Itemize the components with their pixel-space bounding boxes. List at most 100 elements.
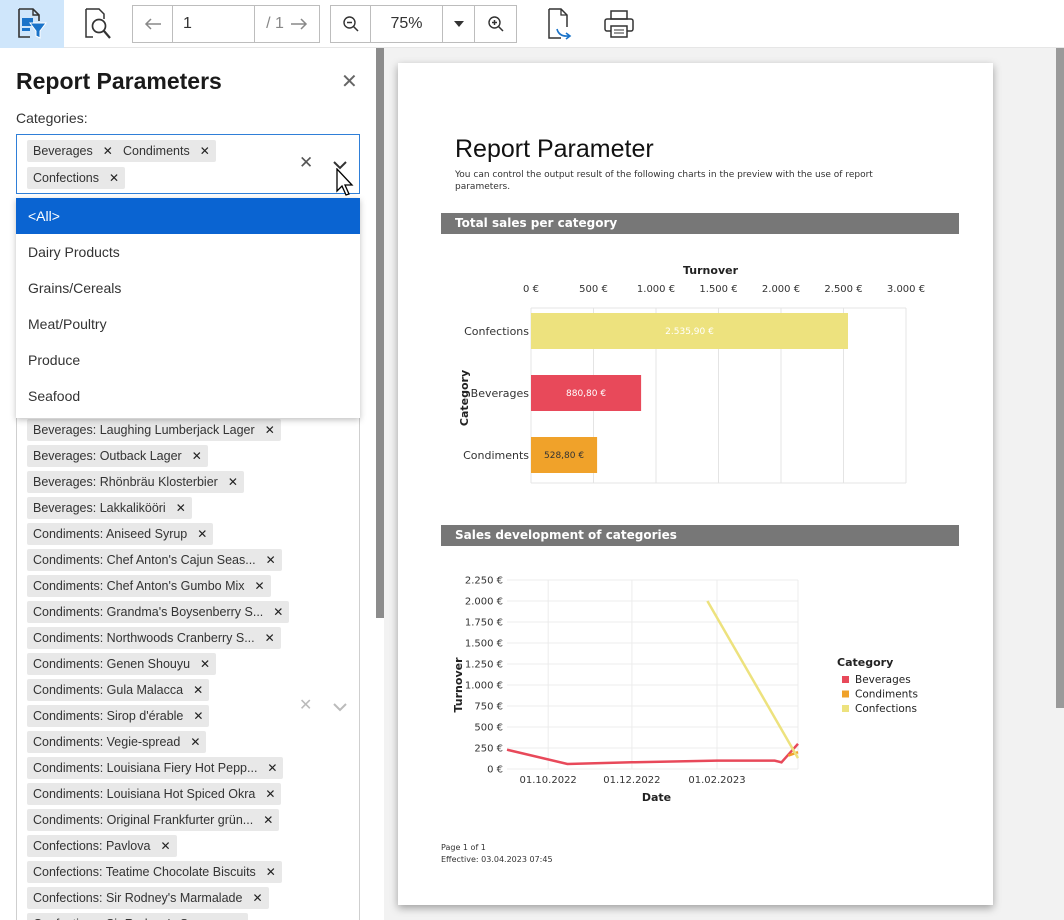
zoom-level[interactable]: 75% bbox=[371, 6, 443, 42]
remove-chip-icon[interactable]: ✕ bbox=[265, 631, 275, 645]
products-multiselect[interactable]: Beverages: Laughing Lumberjack Lager ✕ Bev… bbox=[16, 416, 360, 920]
product-chip-row: Condiments: Grandma's Boysenberry S... ✕ bbox=[27, 601, 290, 627]
print-button[interactable] bbox=[594, 0, 644, 48]
remove-chip-icon[interactable]: ✕ bbox=[190, 735, 200, 749]
product-chip-row: Confections: Pavlova ✕ bbox=[27, 835, 289, 861]
product-chip-label: Condiments: Northwoods Cranberry S... bbox=[33, 631, 255, 645]
clear-selection-button[interactable]: ✕ bbox=[299, 153, 313, 173]
remove-chip-icon[interactable]: ✕ bbox=[176, 501, 186, 515]
x-tick-label: 2.000 € bbox=[762, 284, 800, 295]
search-icon bbox=[85, 8, 111, 39]
zoom-in-icon bbox=[487, 16, 504, 32]
remove-chip-icon[interactable]: ✕ bbox=[266, 865, 276, 879]
line-chart: 0 € 250 € 500 € 750 € 1.000 € 1.250 € 1.500 € 1… bbox=[452, 576, 918, 805]
product-chip-row: Condiments: Original Frankfurter grün...… bbox=[27, 809, 289, 835]
products-dropdown-toggle[interactable] bbox=[333, 699, 347, 717]
chip-label: Beverages bbox=[33, 144, 93, 158]
remove-chip-icon[interactable]: ✕ bbox=[273, 605, 283, 619]
legend-swatch bbox=[842, 705, 849, 712]
remove-chip-icon[interactable]: ✕ bbox=[200, 144, 210, 158]
remove-chip-icon[interactable]: ✕ bbox=[267, 761, 277, 775]
remove-chip-icon[interactable]: ✕ bbox=[197, 527, 207, 541]
arrow-left-icon bbox=[144, 18, 161, 30]
dropdown-option[interactable]: Grains/Cereals bbox=[16, 270, 360, 306]
clear-products-button[interactable]: ✕ bbox=[299, 695, 312, 715]
report-page: Report Parameter You can control the out… bbox=[398, 63, 993, 905]
dropdown-option-all[interactable]: <All> bbox=[16, 198, 360, 234]
y-tick-label: 250 € bbox=[474, 744, 503, 755]
y-tick-label: 0 € bbox=[487, 765, 503, 776]
product-chip-row: Condiments: Northwoods Cranberry S... ✕ bbox=[27, 627, 289, 653]
y-tick-label: Beverages bbox=[471, 387, 530, 400]
panel-splitter[interactable] bbox=[376, 48, 384, 618]
legend-label: Confections bbox=[855, 703, 917, 715]
product-chip: Condiments: Chef Anton's Gumbo Mix ✕ bbox=[27, 575, 271, 597]
product-chip-row: Condiments: Sirop d'érable ✕ bbox=[27, 705, 289, 731]
zoom-dropdown-button[interactable] bbox=[443, 6, 475, 42]
categories-multiselect[interactable]: Beverages ✕ Condiments ✕ Confections ✕ ✕ bbox=[16, 134, 360, 194]
zoom-out-button[interactable] bbox=[331, 6, 371, 42]
search-button[interactable] bbox=[72, 0, 124, 48]
remove-chip-icon[interactable]: ✕ bbox=[252, 891, 262, 905]
x-tick-label: 500 € bbox=[579, 284, 608, 295]
remove-chip-icon[interactable]: ✕ bbox=[193, 683, 203, 697]
zoom-in-button[interactable] bbox=[475, 6, 516, 42]
export-button[interactable] bbox=[534, 0, 584, 48]
remove-chip-icon[interactable]: ✕ bbox=[193, 709, 203, 723]
close-panel-button[interactable]: ✕ bbox=[341, 72, 358, 92]
footer-page-number: Page 1 of 1 bbox=[441, 843, 486, 852]
data-label: 528,80 € bbox=[544, 451, 584, 461]
remove-chip-icon[interactable]: ✕ bbox=[109, 171, 119, 185]
product-chip-label: Condiments: Grandma's Boysenberry S... bbox=[33, 605, 264, 619]
preview-scrollbar[interactable] bbox=[1056, 48, 1064, 708]
categories-dropdown: <All> Dairy Products Grains/Cereals Meat… bbox=[16, 198, 360, 418]
legend-label: Condiments bbox=[855, 689, 918, 701]
remove-chip-icon[interactable]: ✕ bbox=[200, 657, 210, 671]
remove-chip-icon[interactable]: ✕ bbox=[263, 813, 273, 827]
remove-chip-icon[interactable]: ✕ bbox=[160, 839, 170, 853]
x-axis-title: Date bbox=[642, 791, 671, 804]
product-chip-label: Beverages: Lakkalikööri bbox=[33, 501, 166, 515]
report-description: You can control the output result of the… bbox=[455, 170, 873, 193]
next-page-button[interactable]: / 1 bbox=[255, 6, 319, 42]
product-chip-label: Condiments: Gula Malacca bbox=[33, 683, 184, 697]
product-chip: Condiments: Louisiana Hot Spiced Okra ✕ bbox=[27, 783, 282, 805]
parameters-icon bbox=[18, 8, 47, 39]
product-chip: Condiments: Aniseed Syrup ✕ bbox=[27, 523, 214, 545]
product-chip: Beverages: Laughing Lumberjack Lager ✕ bbox=[27, 419, 281, 441]
remove-chip-icon[interactable]: ✕ bbox=[192, 449, 202, 463]
caret-down-icon bbox=[453, 21, 464, 27]
product-chip: Condiments: Grandma's Boysenberry S... ✕ bbox=[27, 601, 290, 623]
y-tick-label: 1.000 € bbox=[465, 681, 503, 692]
x-tick-label: 0 € bbox=[523, 284, 539, 295]
product-chip-row: Condiments: Louisiana Hot Spiced Okra ✕ bbox=[27, 783, 289, 809]
parameters-button[interactable] bbox=[0, 0, 64, 48]
product-chip-label: Condiments: Original Frankfurter grün... bbox=[33, 813, 254, 827]
product-chip-label: Confections: Pavlova bbox=[33, 839, 151, 853]
page-navigator: 1 / 1 bbox=[132, 5, 320, 43]
dropdown-option[interactable]: Dairy Products bbox=[16, 234, 360, 270]
remove-chip-icon[interactable]: ✕ bbox=[255, 579, 265, 593]
y-tick-label: 500 € bbox=[474, 723, 503, 734]
product-chip: Beverages: Outback Lager ✕ bbox=[27, 445, 208, 467]
product-chip: Confections: Pavlova ✕ bbox=[27, 835, 177, 857]
data-label: 880,80 € bbox=[566, 389, 606, 399]
series-line-confections bbox=[706, 600, 800, 759]
remove-chip-icon[interactable]: ✕ bbox=[266, 553, 276, 567]
remove-chip-icon[interactable]: ✕ bbox=[228, 475, 238, 489]
x-tick-label: 01.02.2023 bbox=[688, 775, 745, 786]
previous-page-button[interactable] bbox=[133, 6, 173, 42]
product-chip-label: Condiments: Vegie-spread bbox=[33, 735, 181, 749]
x-axis-title: Turnover bbox=[683, 264, 739, 277]
product-chip-row: Beverages: Lakkalikööri ✕ bbox=[27, 497, 289, 523]
product-chip-label: Condiments: Louisiana Fiery Hot Pepp... bbox=[33, 761, 258, 775]
categories-label: Categories: bbox=[16, 110, 88, 126]
page-number-input[interactable]: 1 bbox=[173, 6, 255, 42]
product-chip: Condiments: Original Frankfurter grün...… bbox=[27, 809, 280, 831]
remove-chip-icon[interactable]: ✕ bbox=[265, 423, 275, 437]
remove-chip-icon[interactable]: ✕ bbox=[103, 144, 113, 158]
dropdown-option[interactable]: Meat/Poultry bbox=[16, 306, 360, 342]
dropdown-option[interactable]: Seafood bbox=[16, 378, 360, 414]
remove-chip-icon[interactable]: ✕ bbox=[265, 787, 275, 801]
dropdown-option[interactable]: Produce bbox=[16, 342, 360, 378]
